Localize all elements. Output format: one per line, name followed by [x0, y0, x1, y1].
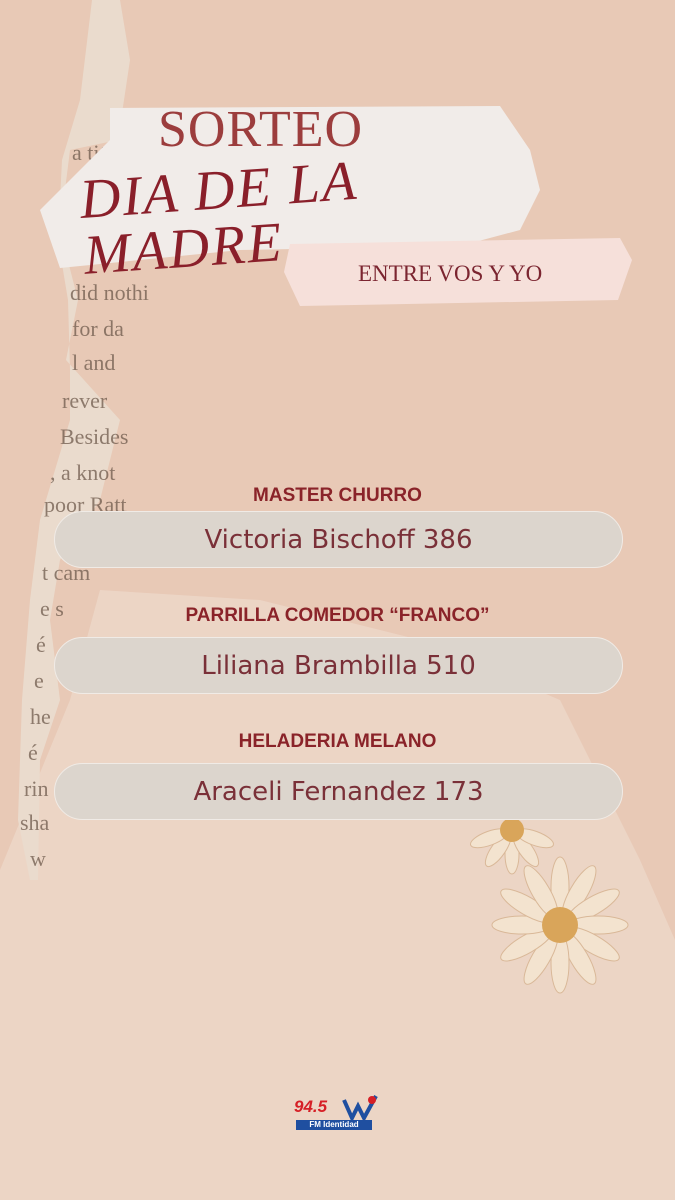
- svg-text:rever: rever: [62, 388, 108, 413]
- winner-pill: Araceli Fernandez 173: [54, 763, 623, 820]
- prize-sponsor-label: PARRILLA COMEDOR “FRANCO”: [185, 605, 490, 626]
- winner-pill: Victoria Bischoff 386: [54, 511, 623, 568]
- winner-pill: Liliana Brambilla 510: [54, 637, 623, 694]
- radio-wave-icon: [342, 1095, 378, 1120]
- svg-text:Besides: Besides: [60, 424, 128, 449]
- svg-text:he: he: [30, 704, 51, 729]
- svg-text:é: é: [36, 632, 46, 657]
- prize-sponsor-label: HELADERIA MELANO: [238, 731, 437, 752]
- svg-text:rin: rin: [24, 776, 48, 801]
- svg-text:e: e: [34, 668, 44, 693]
- svg-text:l and: l and: [72, 350, 115, 375]
- winner-name: Araceli Fernandez 173: [193, 776, 484, 807]
- header: SORTEO DIA DE LA MADRE ENTRE VOS Y YO: [0, 0, 675, 330]
- svg-text:sha: sha: [20, 810, 50, 835]
- svg-text:w: w: [30, 846, 46, 871]
- winner-name: Liliana Brambilla 510: [201, 650, 476, 681]
- radio-tagline: FM Identidad: [296, 1120, 372, 1130]
- svg-text:, a knot: , a knot: [50, 460, 115, 485]
- radio-frequency: 94.5: [294, 1097, 328, 1116]
- radio-logo: 94.5 FM Identidad: [294, 1094, 386, 1134]
- subtitle: ENTRE VOS Y YO: [358, 261, 543, 286]
- winner-name: Victoria Bischoff 386: [204, 524, 473, 555]
- prize-sponsor-label: MASTER CHURRO: [253, 485, 422, 506]
